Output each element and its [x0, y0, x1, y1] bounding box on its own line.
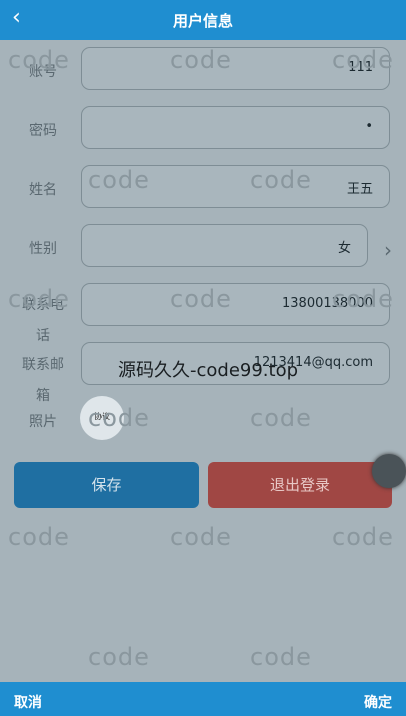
watermark-text: code	[332, 46, 394, 74]
watermark-text: code	[8, 46, 70, 74]
watermark-text: code	[88, 643, 150, 671]
password-label: 密码	[29, 123, 57, 139]
password-field[interactable]: •	[81, 106, 390, 149]
name-value: 王五	[346, 182, 373, 197]
watermark-text: code	[88, 404, 150, 432]
confirm-button[interactable]: 确定	[364, 692, 392, 712]
floating-action-button[interactable]	[372, 454, 406, 488]
gender-label: 性别	[29, 241, 57, 257]
email-label: 联系邮箱	[22, 357, 64, 404]
cancel-button[interactable]: 取消	[14, 692, 42, 712]
save-button[interactable]: 保存	[14, 462, 199, 508]
watermark-text: code	[332, 523, 394, 551]
name-label: 姓名	[29, 182, 57, 198]
watermark-site: 源码久久-code99.top	[118, 360, 299, 381]
gender-value: 女	[337, 241, 351, 256]
watermark-text: code	[170, 285, 232, 313]
watermark-text: code	[250, 643, 312, 671]
watermark-text: code	[250, 404, 312, 432]
password-value: •	[365, 119, 373, 134]
watermark-text: code	[170, 46, 232, 74]
watermark-text: code	[88, 166, 150, 194]
header-bar: ‹ 用户信息	[0, 0, 406, 40]
gender-select[interactable]: 女	[81, 224, 368, 267]
logout-button[interactable]: 退出登录	[208, 462, 392, 508]
watermark-text: code	[8, 285, 70, 313]
chevron-right-icon[interactable]: ›	[384, 238, 392, 262]
watermark-text: code	[332, 285, 394, 313]
watermark-text: code	[250, 166, 312, 194]
photo-label: 照片	[29, 414, 57, 430]
page-title: 用户信息	[172, 12, 233, 30]
watermark-text: code	[170, 523, 232, 551]
footer-bar: 取消 确定	[0, 682, 406, 716]
watermark-text: code	[8, 523, 70, 551]
